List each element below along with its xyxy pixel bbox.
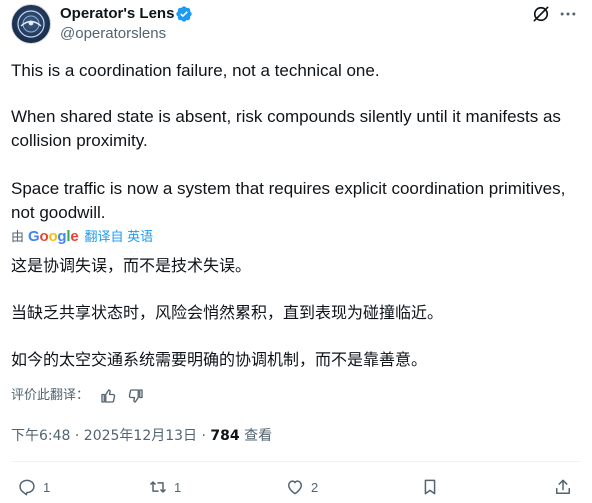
rate-translation-label: 评价此翻译： [11,388,90,403]
like-button[interactable]: 2 [285,476,318,498]
views-count: 784 [210,428,240,444]
views-label: 查看 [239,428,273,444]
translated-by-label: 由 [11,229,25,244]
retweet-icon [150,481,166,493]
translated-from-link[interactable]: 翻译自 英语 [85,228,154,246]
share-button[interactable] [553,476,573,498]
like-count: 2 [311,479,319,495]
translation-attribution: 由 Google 翻译自 英语 [11,228,153,246]
rate-translation-row: 评价此翻译： [11,387,145,405]
tweet-paragraph: Space traffic is now a system that requi… [11,179,566,222]
reply-button[interactable]: 1 [17,476,50,498]
avatar[interactable] [11,4,51,44]
tweet-paragraph: When shared state is absent, risk compou… [11,107,561,150]
reply-count: 1 [43,479,51,495]
bookmark-icon [424,479,436,495]
google-logo: Google [28,228,79,245]
display-name[interactable]: Operator's Lens [60,4,174,24]
retweet-count: 1 [174,479,182,495]
thumbs-up-icon[interactable] [99,387,117,405]
thumbs-down-icon[interactable] [127,387,145,405]
timestamp-link[interactable]: 下午6:48 · 2025年12月13日 · [11,428,210,444]
reply-icon [19,479,35,496]
more-icon[interactable] [558,4,578,24]
handle[interactable]: @operatorslens [60,24,166,44]
translated-paragraph: 这是协调失误，而不是技术失误。 [11,256,252,275]
avatar-emblem-icon [17,10,45,38]
translated-paragraph: 如今的太空交通系统需要明确的协调机制，而不是靠善意。 [11,350,428,369]
share-icon [556,479,570,494]
retweet-button[interactable]: 1 [148,476,181,498]
divider [11,461,581,462]
translated-paragraph: 当缺乏共享状态时，风险会悄然累积，直到表现为碰撞临近。 [11,303,444,322]
grok-icon[interactable] [531,4,551,24]
like-icon [288,480,302,495]
tweet-paragraph: This is a coordination failure, not a te… [11,61,380,80]
verified-badge-icon [176,6,192,22]
bookmark-button[interactable] [420,476,440,498]
tweet-meta: 下午6:48 · 2025年12月13日 · 784 查看 [11,426,272,446]
